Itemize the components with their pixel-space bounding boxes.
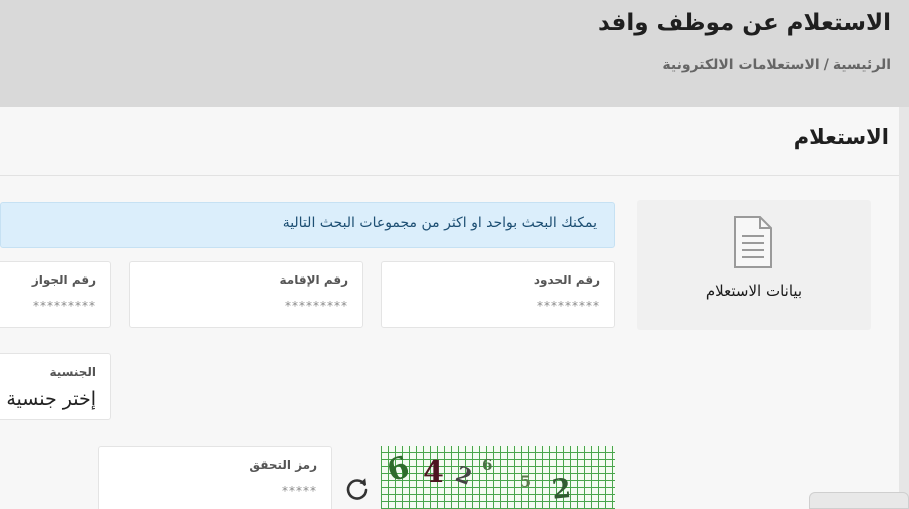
nationality-select[interactable]: إختر جنسية — [6, 388, 96, 410]
breadcrumb-separator: / — [823, 57, 829, 73]
captcha-code-input[interactable]: ***** — [282, 484, 317, 498]
breadcrumb: الرئيسية/الاستعلامات الالكترونية — [662, 57, 891, 73]
passport-number-input[interactable]: ********* — [33, 299, 96, 313]
document-icon — [734, 216, 772, 268]
info-alert: يمكنك البحث بواحد او اكثر من مجموعات الب… — [0, 202, 615, 248]
iqama-number-input[interactable]: ********* — [285, 299, 348, 313]
captcha-char: 5 — [520, 472, 532, 491]
passport-number-label: رقم الجواز — [31, 273, 96, 287]
nationality-field[interactable]: الجنسية إختر جنسية — [0, 353, 111, 420]
floating-corner-tab[interactable] — [809, 492, 909, 509]
breadcrumb-current: الاستعلامات الالكترونية — [662, 57, 820, 73]
captcha-char: 6 — [482, 456, 493, 474]
inquiry-card: الاستعلام بيانات الاستعلام يمكنك البحث ب… — [0, 107, 899, 509]
border-number-field[interactable]: رقم الحدود ********* — [381, 261, 615, 328]
info-alert-text: يمكنك البحث بواحد او اكثر من مجموعات الب… — [282, 215, 597, 231]
page-header: الاستعلام عن موظف وافد الرئيسية/الاستعلا… — [0, 0, 909, 107]
captcha-code-label: رمز التحقق — [249, 458, 317, 472]
card-title: الاستعلام — [793, 125, 889, 149]
card-divider — [0, 175, 899, 176]
captcha-char: 2 — [452, 461, 476, 491]
inquiry-data-label: بيانات الاستعلام — [705, 282, 803, 300]
captcha-image: 6 4 2 6 5 2 — [381, 446, 615, 509]
refresh-icon[interactable] — [344, 476, 370, 502]
captcha-code-field[interactable]: رمز التحقق ***** — [98, 446, 332, 509]
captcha-char: 2 — [550, 473, 573, 506]
border-number-input[interactable]: ********* — [537, 299, 600, 313]
inquiry-data-tab[interactable]: بيانات الاستعلام — [637, 200, 871, 330]
page-title: الاستعلام عن موظف وافد — [598, 10, 891, 36]
passport-number-field[interactable]: رقم الجواز ********* — [0, 261, 111, 328]
iqama-number-label: رقم الإقامة — [279, 273, 348, 287]
captcha-char: 4 — [423, 455, 444, 490]
breadcrumb-home-link[interactable]: الرئيسية — [833, 57, 891, 73]
iqama-number-field[interactable]: رقم الإقامة ********* — [129, 261, 363, 328]
nationality-label: الجنسية — [49, 365, 96, 379]
captcha-char: 6 — [383, 449, 414, 490]
border-number-label: رقم الحدود — [533, 273, 600, 287]
